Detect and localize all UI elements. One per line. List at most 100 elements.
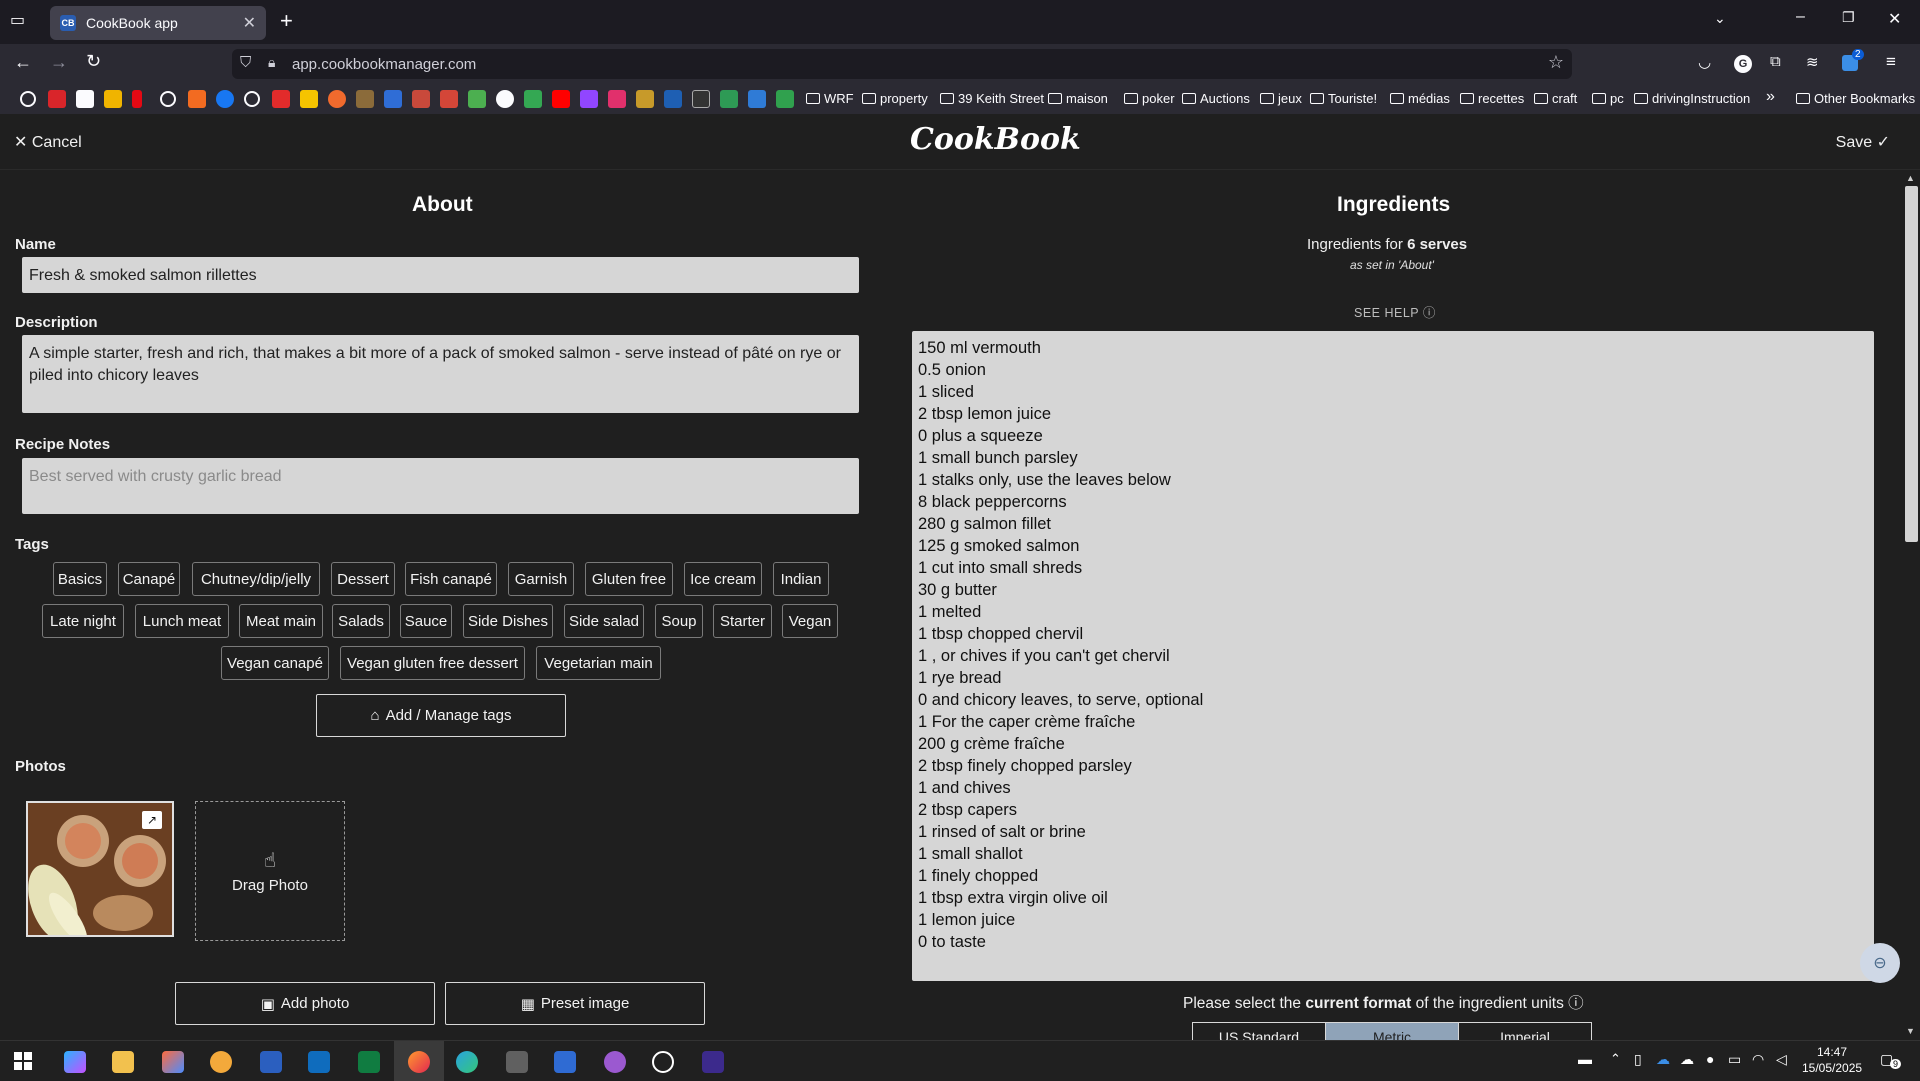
notifications-icon[interactable]: ▢ 9 [1880, 1051, 1902, 1069]
forward-icon[interactable]: → [50, 52, 68, 73]
tag-chip[interactable]: Soup [655, 604, 703, 638]
format-option-metric[interactable]: Metric [1326, 1023, 1459, 1040]
tag-chip[interactable]: Side Dishes [463, 604, 553, 638]
reload-icon[interactable]: ↻ [86, 51, 101, 72]
podcast-icon[interactable] [604, 1051, 626, 1073]
drag-photo-dropzone[interactable]: ☝ Drag Photo [195, 801, 345, 941]
preset-image-button[interactable]: ▦ Preset image [445, 982, 705, 1025]
tag-chip[interactable]: Sauce [400, 604, 452, 638]
facebook-icon[interactable] [216, 90, 234, 108]
bookmark-folder[interactable]: drivingInstruction [1634, 91, 1750, 106]
google-icon[interactable] [496, 90, 514, 108]
bookmark-folder[interactable]: pc [1592, 91, 1624, 106]
ingredients-textarea[interactable]: 150 ml vermouth 0.5 onion 1 sliced 2 tbsp l… [912, 331, 1874, 981]
bookmark-folder[interactable]: recettes [1460, 91, 1524, 106]
excel-icon[interactable] [358, 1051, 380, 1073]
w-icon[interactable] [188, 90, 206, 108]
tag-chip[interactable]: Late night [42, 604, 124, 638]
outlook-icon[interactable] [308, 1051, 330, 1073]
close-tab-icon[interactable]: ✕ [243, 13, 256, 33]
tag-chip[interactable]: Starter [713, 604, 772, 638]
bookmark-folder[interactable]: maison [1048, 91, 1108, 106]
bookmark-folder[interactable]: poker [1124, 91, 1175, 106]
browser-tab[interactable]: CB CookBook app ✕ [50, 6, 266, 40]
tag-chip[interactable]: Canapé [118, 562, 180, 596]
amazon-icon[interactable] [76, 90, 94, 108]
edge-icon[interactable] [456, 1051, 478, 1073]
browser-icon[interactable] [210, 1051, 232, 1073]
feed-icon[interactable]: ≋ [1806, 53, 1819, 71]
add-manage-tags-button[interactable]: ⌂ Add / Manage tags [316, 694, 566, 737]
name-input[interactable]: Fresh & smoked salmon rillettes [22, 257, 859, 293]
gmail-icon[interactable] [440, 90, 458, 108]
bookmark-icon[interactable] [328, 90, 346, 108]
app-icon[interactable] [702, 1051, 724, 1073]
shield-icon[interactable]: ⛉ [240, 54, 251, 71]
battery-icon[interactable]: ▭ [1728, 1051, 1741, 1068]
tag-chip[interactable]: Side salad [564, 604, 644, 638]
new-tab-icon[interactable]: + [280, 8, 293, 34]
tag-chip[interactable]: Lunch meat [135, 604, 229, 638]
chevron-down-icon[interactable]: ⌄ [1714, 10, 1726, 27]
description-textarea[interactable]: A simple starter, fresh and rich, that m… [22, 335, 859, 413]
youtube-icon[interactable] [552, 90, 570, 108]
netflix-icon[interactable] [132, 90, 142, 108]
microsoft365-icon[interactable] [162, 1051, 184, 1073]
scroll-down-icon[interactable]: ▼ [1906, 1026, 1915, 1036]
see-help-link[interactable]: SEE HELP ⓘ [1354, 302, 1436, 321]
c-icon[interactable] [272, 90, 290, 108]
globe-icon[interactable] [160, 91, 176, 107]
firefox-taskbar-item[interactable] [394, 1041, 444, 1081]
globe-icon[interactable] [20, 91, 36, 107]
bookmark-folder[interactable]: jeux [1260, 91, 1302, 106]
menu-icon[interactable]: ≡ [1886, 52, 1896, 72]
word-icon[interactable] [260, 1051, 282, 1073]
tab-list-icon[interactable]: ▭ [10, 10, 25, 30]
bookmark-icon[interactable] [356, 90, 374, 108]
bookmark-folder[interactable]: Touriste! [1310, 91, 1377, 106]
add-photo-button[interactable]: ▣ Add photo [175, 982, 435, 1025]
pocket-icon[interactable]: ◡ [1698, 53, 1711, 71]
microphone-icon[interactable]: ● [1706, 1051, 1714, 1067]
bookmark-icon[interactable] [636, 90, 654, 108]
format-option-imperial[interactable]: Imperial [1459, 1023, 1591, 1040]
windows-start-icon[interactable] [14, 1052, 32, 1070]
format-option-us[interactable]: US Standard [1193, 1023, 1326, 1040]
recipe-photo[interactable]: ↗ [26, 801, 174, 937]
globe-icon[interactable] [244, 91, 260, 107]
cloud-icon[interactable]: ☁ [1680, 1051, 1694, 1068]
url-bar[interactable]: ⛉ 🔒︎ app.cookbookmanager.com ☆ [232, 49, 1572, 79]
bookmark-folder[interactable]: WRF [806, 91, 854, 106]
extension-badge-icon[interactable]: 2 [1842, 49, 1864, 71]
bookmark-folder[interactable]: craft [1534, 91, 1577, 106]
wifi-icon[interactable]: ◠ [1752, 1051, 1764, 1068]
tag-chip[interactable]: Salads [332, 604, 390, 638]
tray-icon[interactable]: ▯ [1634, 1051, 1642, 1068]
tag-chip[interactable]: Ice cream [684, 562, 762, 596]
tag-chip[interactable]: Vegan gluten free dessert [340, 646, 525, 680]
tag-chip[interactable]: Chutney/dip/jelly [192, 562, 320, 596]
camera-icon[interactable]: ▬ [1578, 1051, 1592, 1067]
store-icon[interactable] [554, 1051, 576, 1073]
minimize-icon[interactable]: – [1796, 8, 1805, 26]
bookmark-icon[interactable] [384, 90, 402, 108]
extensions-icon[interactable]: ⧉ [1770, 53, 1781, 70]
save-button[interactable]: Save ✓ [1836, 132, 1890, 152]
bookmark-folder-other[interactable]: Other Bookmarks [1796, 91, 1915, 106]
restore-icon[interactable]: ❐ [1842, 9, 1855, 26]
bookmark-icon[interactable] [468, 90, 486, 108]
bookmark-folder[interactable]: médias [1390, 91, 1450, 106]
scroll-up-icon[interactable]: ▲ [1906, 173, 1915, 183]
recipe-notes-textarea[interactable]: Best served with crusty garlic bread [22, 458, 859, 514]
bookmark-folder[interactable]: property [862, 91, 928, 106]
bookmark-icon[interactable] [720, 90, 738, 108]
onedrive-icon[interactable]: ☁ [1656, 1051, 1670, 1068]
instagram-icon[interactable] [608, 90, 626, 108]
volume-icon[interactable]: ◁ [1776, 1051, 1787, 1068]
back-icon[interactable]: ← [14, 52, 32, 73]
bookmark-icon[interactable] [748, 90, 766, 108]
bookmark-icon[interactable] [776, 90, 794, 108]
drive-icon[interactable] [524, 90, 542, 108]
gmail-icon[interactable] [412, 90, 430, 108]
file-explorer-icon[interactable] [112, 1051, 134, 1073]
